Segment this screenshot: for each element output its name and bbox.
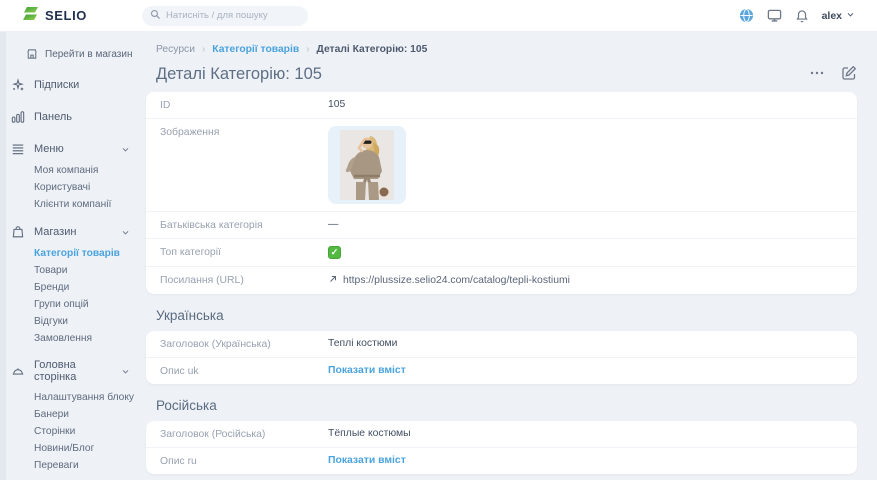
logo-text: SELIO [45,8,87,23]
row-value: Тёплые костюмы [328,428,411,439]
row-value: — [328,219,338,230]
home-page-icon [10,364,25,378]
main-content: Ресурси › Категорії товарів › Деталі Кат… [140,32,877,480]
detail-row-description-ru: Опис ru Показати вміст [146,448,857,474]
section-title-ukrainian: Українська [156,308,857,323]
user-name: alex [822,10,842,22]
sidebar-item-banners[interactable]: Банери [8,406,140,423]
row-label: Батьківська категорія [160,219,328,231]
show-content-link-uk[interactable]: Показати вміст [328,365,406,376]
menu-lines-icon [10,142,25,156]
details-card: ID 105 Зображення [146,92,857,294]
row-label: Заголовок (Українська) [160,338,328,350]
edit-button[interactable] [841,65,857,84]
monitor-icon[interactable] [767,8,782,23]
sidebar-item-product-categories[interactable]: Категорії товарів [8,245,140,262]
row-label: ID [160,99,328,111]
row-label: Опис ru [160,455,328,467]
ukrainian-card: Заголовок (Українська) Теплі костюми Опи… [146,331,857,384]
sidebar: Перейти в магазин Підписки [0,32,140,480]
page-title: Деталі Категорію: 105 [156,65,322,84]
sidebar-item-reviews[interactable]: Відгуки [8,313,140,330]
shopping-bag-icon [10,225,25,239]
detail-row-title-ru: Заголовок (Російська) Тёплые костюмы [146,421,857,448]
sidebar-item-orders[interactable]: Замовлення [8,330,140,347]
selio-logo-icon [22,5,39,27]
sidebar-item-brands[interactable]: Бренди [8,279,140,296]
sidebar-item-subscriptions[interactable]: Підписки [8,72,140,98]
sidebar-item-option-groups[interactable]: Групи опцій [8,296,140,313]
sidebar-item-shop[interactable]: Магазин [8,219,140,245]
bar-chart-icon [10,110,25,124]
top-header: SELIO alex [0,0,877,32]
external-link-icon [328,274,338,287]
sidebar-item-news-blog[interactable]: Новини/Блог [8,440,140,457]
more-actions-button[interactable] [809,65,825,84]
detail-row-parent-category: Батьківська категорія — [146,212,857,239]
sidebar-item-home-page[interactable]: Головна сторінка [8,353,140,389]
chevron-down-icon [121,367,130,376]
category-image[interactable] [328,126,406,204]
section-title-russian: Російська [156,398,857,413]
sidebar-item-label: Меню [34,143,64,155]
sidebar-item-label: Головна сторінка [34,359,112,383]
sidebar-item-pages[interactable]: Сторінки [8,423,140,440]
sidebar-item-benefits[interactable]: Переваги [8,457,140,474]
breadcrumb: Ресурси › Категорії товарів › Деталі Кат… [146,44,857,55]
sidebar-item-label: Панель [34,111,72,123]
sidebar-item-block-settings[interactable]: Налаштування блоку [8,389,140,406]
search-icon [150,7,161,25]
row-value: 105 [328,99,345,110]
user-menu[interactable]: alex [822,10,855,22]
sidebar-scrollbar[interactable] [0,32,6,480]
breadcrumb-separator: › [306,44,309,55]
edit-icon [841,65,857,84]
detail-row-id: ID 105 [146,92,857,119]
row-value: Теплі костюми [328,338,397,349]
chevron-down-icon [121,145,130,154]
sidebar-item-users[interactable]: Користувачі [8,179,140,196]
breadcrumb-separator: › [202,44,205,55]
header-right: alex [739,8,877,23]
page-actions [809,65,857,84]
row-label: Зображення [160,126,328,138]
row-label: Топ категорії [160,246,328,258]
detail-row-url: Посилання (URL) https://plussize.selio24… [146,267,857,294]
sidebar-item-my-company[interactable]: Моя компанія [8,162,140,179]
storefront-icon [24,48,39,60]
detail-row-top-category: Топ категорії [146,239,857,267]
detail-row-image: Зображення [146,119,857,212]
detail-row-title-uk: Заголовок (Українська) Теплі костюми [146,331,857,358]
bell-icon[interactable] [795,9,809,23]
sidebar-item-company-clients[interactable]: Клієнти компанії [8,196,140,213]
breadcrumb-product-categories[interactable]: Категорії товарів [212,44,299,55]
logo[interactable]: SELIO [0,5,142,27]
chevron-down-icon [846,10,855,22]
row-label: Опис uk [160,365,328,377]
sidebar-item-label: Підписки [34,79,79,91]
top-category-checkbox[interactable] [328,246,341,259]
sidebar-item-dashboard[interactable]: Панель [8,104,140,130]
ellipsis-icon [809,65,825,84]
sparkles-icon [10,78,25,92]
breadcrumb-current: Деталі Категорію: 105 [317,44,428,55]
chevron-down-icon [121,228,130,237]
search-input[interactable] [166,10,300,21]
breadcrumb-resources[interactable]: Ресурси [156,44,195,55]
sidebar-item-label: Магазин [34,226,76,238]
globe-icon[interactable] [739,8,754,23]
sidebar-item-menu[interactable]: Меню [8,136,140,162]
detail-row-description-uk: Опис uk Показати вміст [146,358,857,384]
sidebar-item-go-to-store[interactable]: Перейти в магазин [8,42,140,66]
row-label: Заголовок (Російська) [160,428,328,440]
row-label: Посилання (URL) [160,274,328,286]
category-url-link[interactable]: https://plussize.selio24.com/catalog/tep… [343,275,570,286]
russian-card: Заголовок (Російська) Тёплые костюмы Опи… [146,421,857,474]
show-content-link-ru[interactable]: Показати вміст [328,455,406,466]
sidebar-item-products[interactable]: Товари [8,262,140,279]
global-search[interactable] [142,6,308,26]
sidebar-item-label: Перейти в магазин [45,49,133,60]
